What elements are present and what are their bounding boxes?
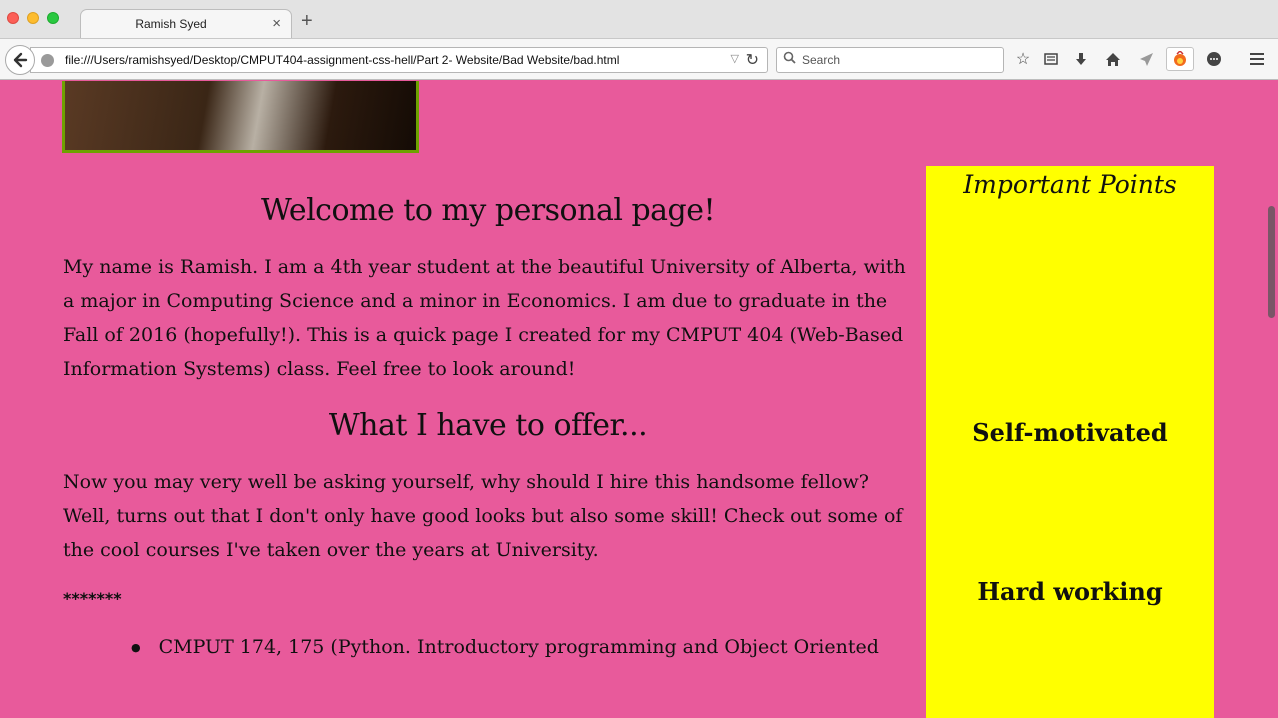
list-item: CMPUT 174, 175 (Python. Introductory pro…: [149, 636, 913, 658]
title-bar: Ramish Syed × +: [0, 0, 1278, 39]
url-bar[interactable]: file:///Users/ramishsyed/Desktop/CMPUT40…: [30, 47, 768, 73]
menu-icon[interactable]: [1246, 48, 1268, 70]
send-icon[interactable]: [1135, 48, 1157, 70]
course-list: CMPUT 174, 175 (Python. Introductory pro…: [63, 636, 913, 658]
reload-icon[interactable]: ↻: [746, 50, 759, 70]
page-title: Welcome to my personal page!: [260, 193, 716, 228]
firebug-icon[interactable]: [1166, 47, 1194, 71]
download-icon[interactable]: [1070, 48, 1092, 70]
navigation-toolbar: file:///Users/ramishsyed/Desktop/CMPUT40…: [0, 38, 1278, 80]
search-icon: [783, 51, 796, 67]
profile-photo: [62, 81, 419, 153]
url-dropdown-icon[interactable]: ▽: [731, 52, 739, 65]
browser-tab[interactable]: Ramish Syed ×: [80, 9, 292, 39]
offer-heading: What I have to offer...: [328, 408, 648, 443]
sidebar-point: Self-motivated: [972, 418, 1168, 447]
important-points-sidebar: Important Points Self-motivated Hard wor…: [926, 166, 1214, 718]
main-content: Welcome to my personal page! My name is …: [63, 181, 913, 658]
chat-icon[interactable]: [1203, 48, 1225, 70]
intro-paragraph: My name is Ramish. I am a 4th year stude…: [63, 256, 906, 380]
new-tab-button[interactable]: +: [301, 10, 313, 33]
sidebar-point: Hard working: [977, 577, 1163, 606]
globe-icon: [41, 54, 54, 67]
bookmark-star-icon[interactable]: ☆: [1012, 48, 1034, 70]
window-maximize-button[interactable]: [47, 12, 59, 24]
home-icon[interactable]: [1102, 48, 1124, 70]
vertical-scrollbar[interactable]: [1268, 206, 1275, 318]
sidebar-title: Important Points: [963, 170, 1177, 199]
reading-list-icon[interactable]: [1040, 48, 1062, 70]
window-close-button[interactable]: [7, 12, 19, 24]
search-input[interactable]: Search: [776, 47, 1004, 73]
page-viewport: Welcome to my personal page! My name is …: [0, 81, 1278, 718]
back-arrow-icon[interactable]: [5, 45, 35, 75]
separator-text: *******: [63, 589, 122, 608]
window-minimize-button[interactable]: [27, 12, 39, 24]
tab-title: Ramish Syed: [135, 17, 207, 31]
offer-paragraph: Now you may very well be asking yourself…: [63, 471, 903, 561]
tab-close-icon[interactable]: ×: [272, 15, 281, 32]
search-placeholder: Search: [802, 53, 841, 67]
url-text[interactable]: file:///Users/ramishsyed/Desktop/CMPUT40…: [65, 53, 619, 67]
